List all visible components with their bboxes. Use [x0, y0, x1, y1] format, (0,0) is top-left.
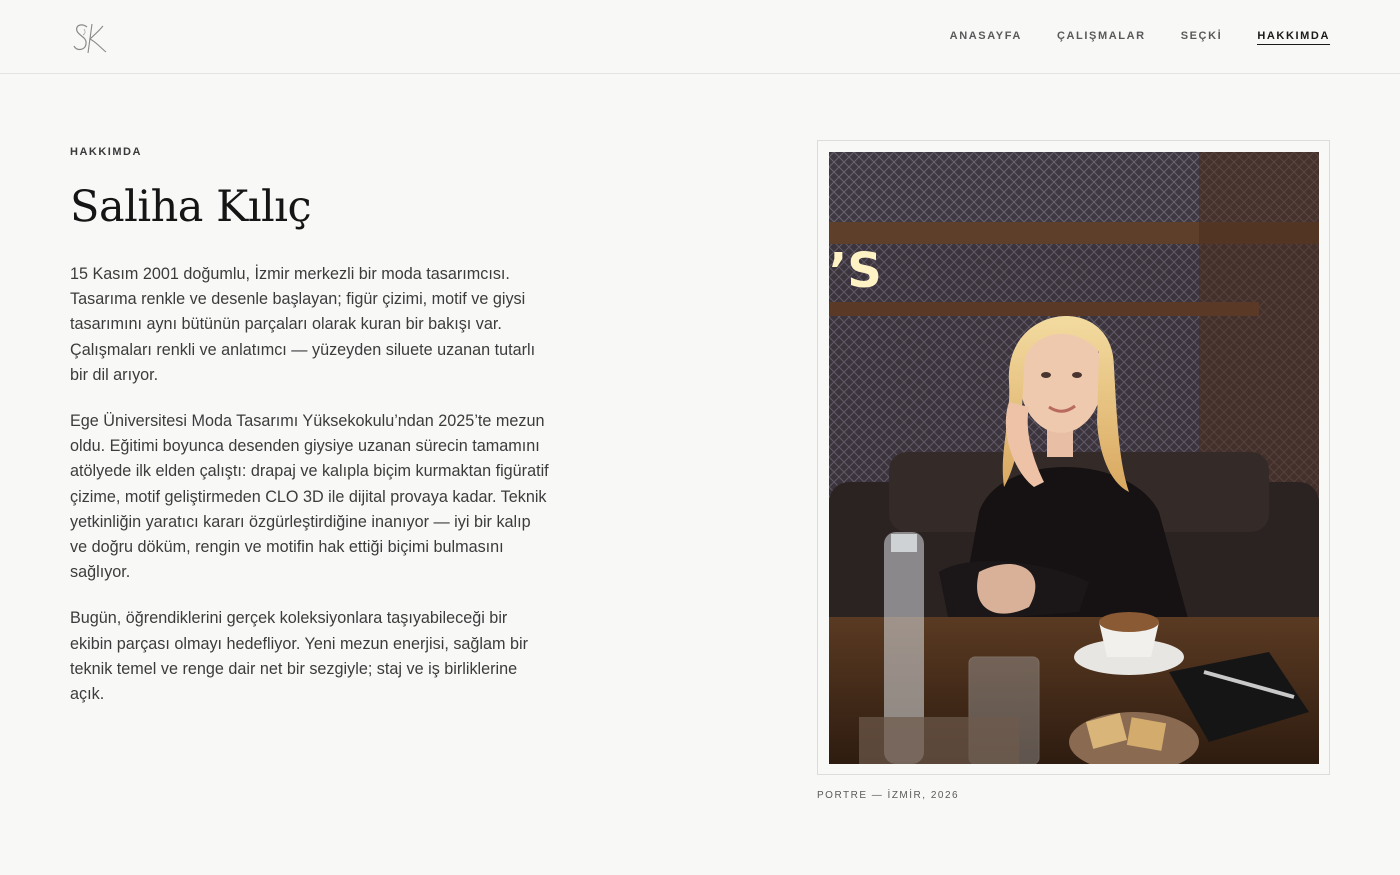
- neon-sign-text: ’S: [829, 243, 882, 299]
- main-nav: ANASAYFA ÇALIŞMALAR SEÇKİ HAKKIMDA: [950, 0, 1330, 74]
- nav-item-anasayfa[interactable]: ANASAYFA: [950, 30, 1022, 44]
- bio-paragraph: Ege Üniversitesi Moda Tasarımı Yüksekoku…: [70, 412, 549, 582]
- nav-item-secki[interactable]: SEÇKİ: [1181, 30, 1223, 44]
- portrait-caption: PORTRE — İZMİR, 2026: [817, 790, 960, 801]
- nav-item-hakkimda[interactable]: HAKKIMDA: [1257, 30, 1330, 45]
- nav-item-calismalar[interactable]: ÇALIŞMALAR: [1057, 30, 1146, 44]
- bio-paragraph: Bugün, öğrendiklerini gerçek koleksiyonl…: [70, 609, 528, 704]
- site-header: ANASAYFA ÇALIŞMALAR SEÇKİ HAKKIMDA: [0, 0, 1400, 74]
- page-title: Saliha Kılıç: [70, 182, 312, 232]
- bio-text: 15 Kasım 2001 doğumlu, İzmir merkezli bi…: [70, 262, 550, 728]
- section-eyebrow: HAKKIMDA: [70, 146, 142, 158]
- logo-monogram[interactable]: [70, 20, 110, 56]
- bio-paragraph: 15 Kasım 2001 doğumlu, İzmir merkezli bi…: [70, 265, 536, 384]
- portrait-frame: ’S: [817, 140, 1330, 775]
- sk-monogram-icon: [73, 23, 107, 54]
- portrait-photo: ’S: [829, 152, 1319, 764]
